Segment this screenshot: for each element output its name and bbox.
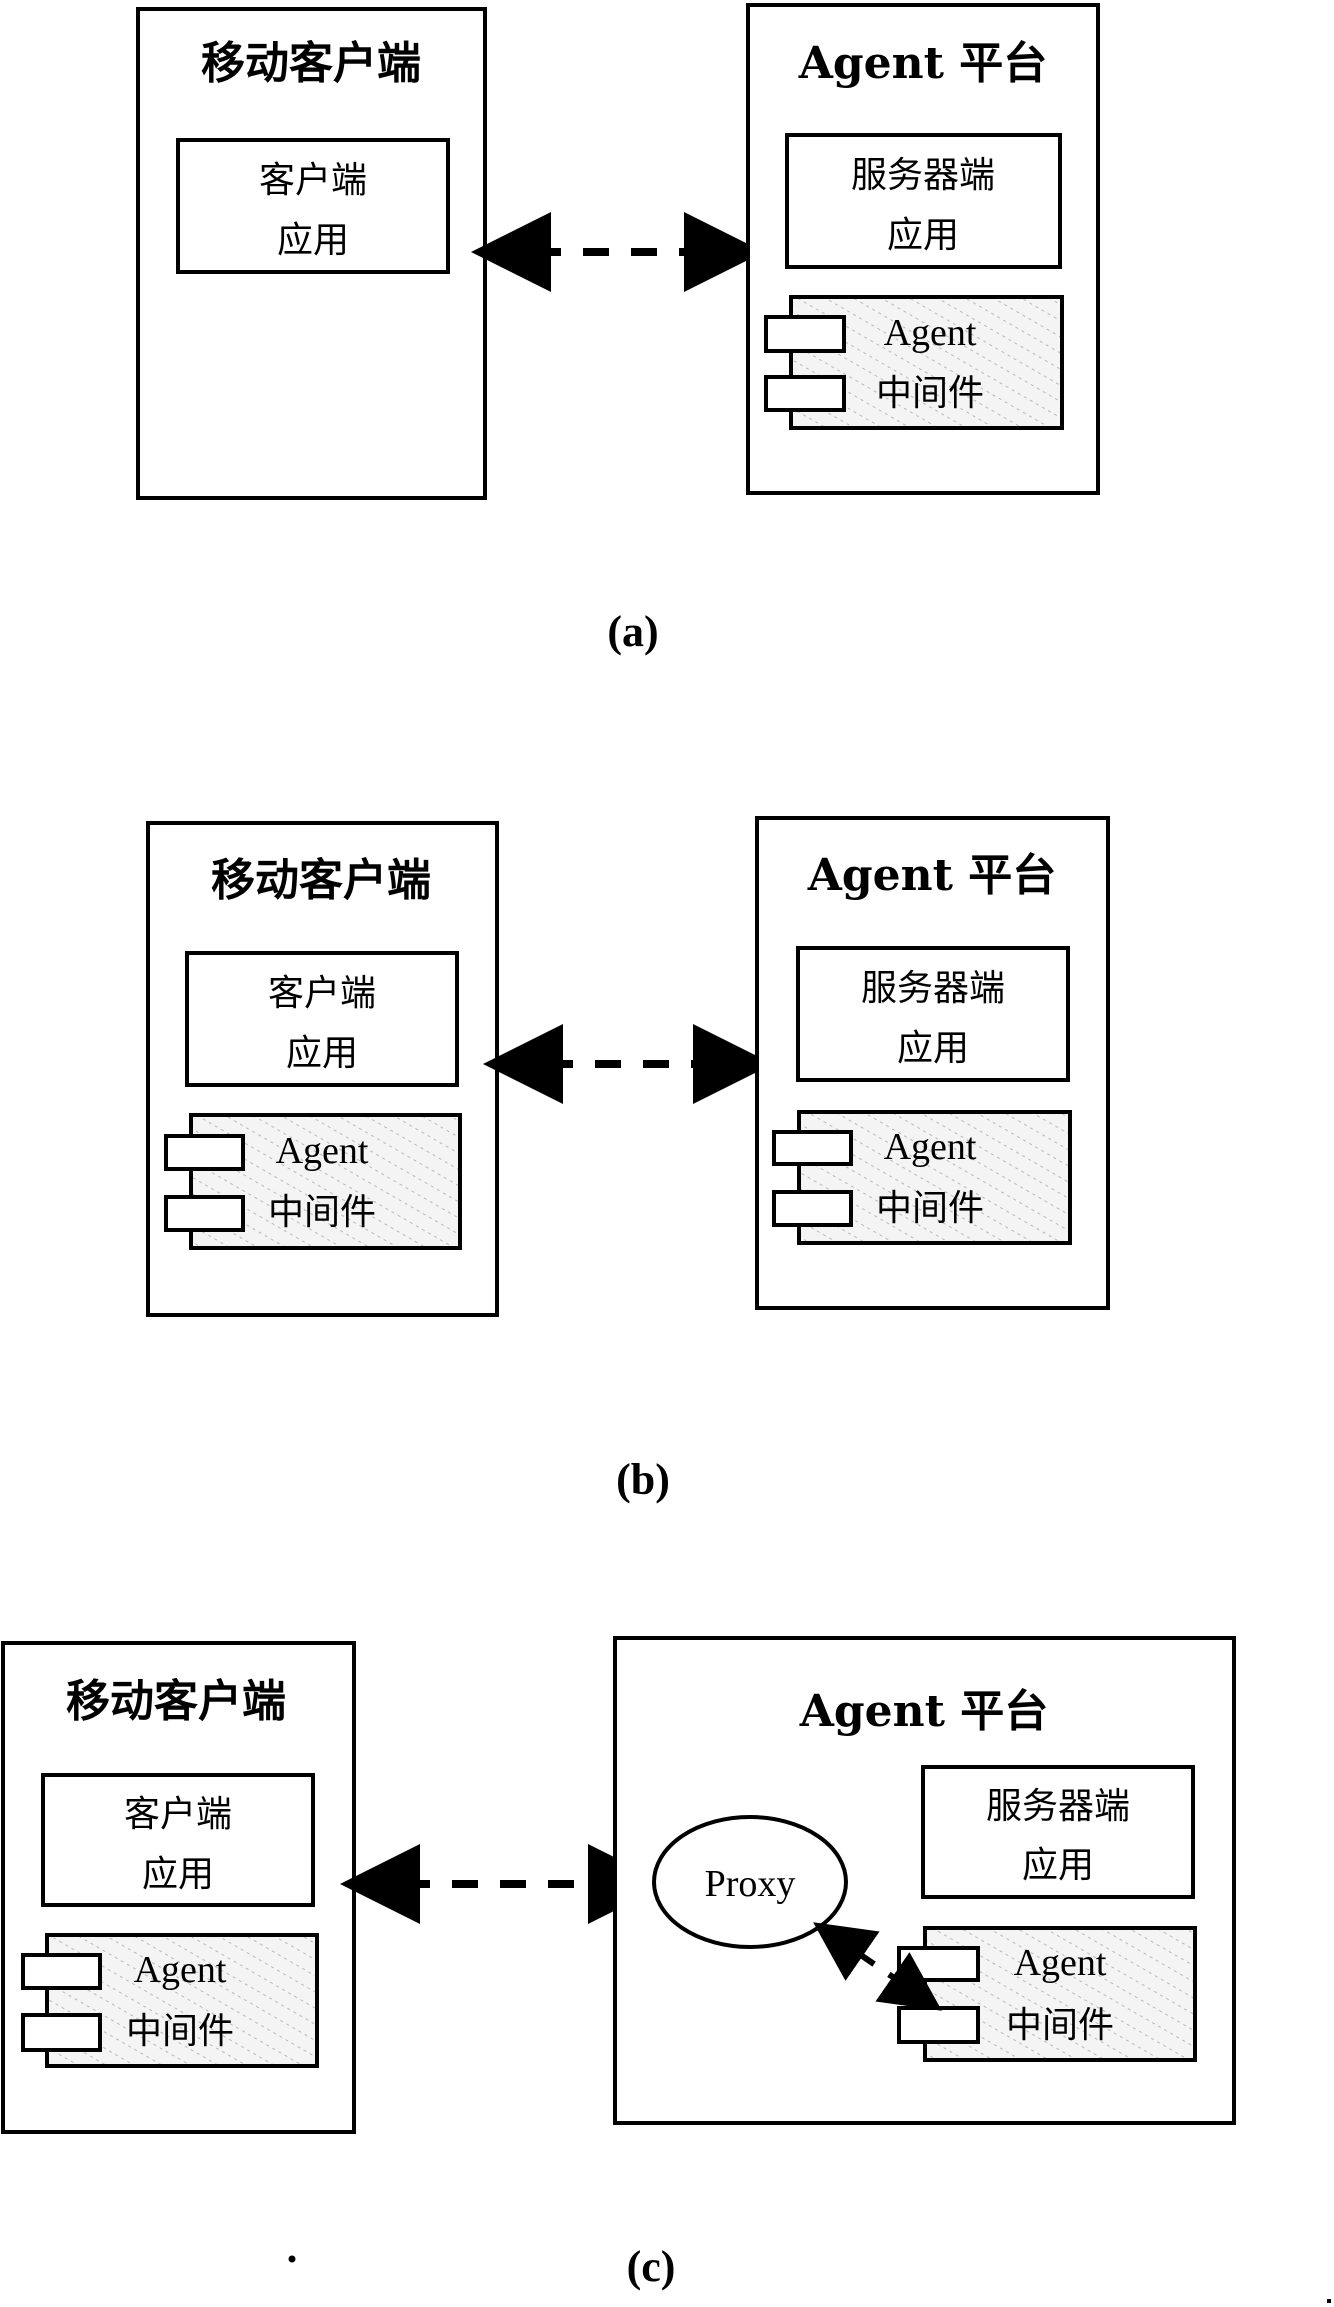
component-tab-icon xyxy=(897,2006,980,2044)
proxy-label: Proxy xyxy=(705,1863,796,1905)
server-app-label-line1: 服务器端 xyxy=(851,155,995,196)
agent-middleware-component: Agent 中间件 xyxy=(772,1110,1072,1245)
mobile-client-node: 移动客户端 客户端 应用 Agent 中间件 xyxy=(1,1641,356,2134)
component-tab-icon xyxy=(164,1134,245,1171)
client-app-label-line2: 应用 xyxy=(277,220,349,261)
scan-dot xyxy=(288,2255,296,2263)
mobile-client-title: 移动客户端 xyxy=(66,1676,286,1727)
mobile-client-title: 移动客户端 xyxy=(201,38,421,89)
client-app-label-line1: 客户端 xyxy=(124,1794,232,1835)
server-app-label-line2: 应用 xyxy=(1022,1845,1094,1886)
component-tab-icon xyxy=(164,1195,245,1232)
component-tab-icon xyxy=(772,1130,853,1166)
agent-middleware-label-line2: 中间件 xyxy=(876,373,984,414)
server-app-label-line2: 应用 xyxy=(887,215,959,256)
agent-middleware-label-line1: Agent xyxy=(1014,1942,1107,1984)
server-app-label-line1: 服务器端 xyxy=(986,1786,1130,1827)
agent-platform-node: Agent 平台 服务器端 应用 Agent 中间件 xyxy=(755,816,1110,1310)
panel-caption: (b) xyxy=(616,1455,670,1504)
mobile-client-node: 移动客户端 客户端 应用 Agent 中间件 xyxy=(146,821,499,1317)
panel-caption: (c) xyxy=(627,2242,676,2291)
agent-middleware-component: Agent 中间件 xyxy=(897,1926,1197,2062)
client-app-label-line2: 应用 xyxy=(142,1854,214,1895)
component-tab-icon xyxy=(764,315,846,353)
component-tab-icon xyxy=(897,1946,980,1982)
client-app-label-line2: 应用 xyxy=(286,1033,358,1074)
agent-platform-node: Agent 平台 Proxy 服务器端 应用 Agent 中间件 xyxy=(613,1636,1236,2125)
agent-middleware-component: Agent 中间件 xyxy=(764,295,1064,430)
agent-platform-title: Agent 平台 xyxy=(807,850,1057,901)
scan-dot xyxy=(1327,2299,1331,2303)
agent-platform-title: Agent 平台 xyxy=(798,38,1048,89)
agent-platform-title: Agent 平台 xyxy=(799,1686,1049,1737)
component-tab-icon xyxy=(772,1190,853,1227)
proxy-node: Proxy xyxy=(652,1815,848,1949)
server-app-label-line2: 应用 xyxy=(897,1028,969,1069)
server-app-label-line1: 服务器端 xyxy=(861,968,1005,1009)
client-app-label-line1: 客户端 xyxy=(259,160,367,201)
component-tab-icon xyxy=(21,1953,102,1990)
panel-c: 移动客户端 客户端 应用 Agent 中间件 Agent 平台 Proxy 服务… xyxy=(1,1636,1236,2291)
agent-middleware-label-line1: Agent xyxy=(134,1949,227,1991)
component-tab-icon xyxy=(764,375,846,412)
agent-middleware-label-line1: Agent xyxy=(276,1130,369,1172)
agent-middleware-label-line2: 中间件 xyxy=(268,1192,376,1233)
agent-middleware-component: Agent 中间件 xyxy=(164,1113,462,1250)
agent-platform-node: Agent 平台 服务器端 应用 Agent 中间件 xyxy=(746,3,1100,495)
component-tab-icon xyxy=(21,2013,102,2052)
agent-middleware-label-line2: 中间件 xyxy=(126,2011,234,2052)
panel-caption: (a) xyxy=(607,607,658,656)
agent-middleware-label-line2: 中间件 xyxy=(1006,2005,1114,2046)
client-app-label-line1: 客户端 xyxy=(268,973,376,1014)
architecture-diagram: 移动客户端 客户端 应用 Agent 平台 服务器端 应用 Agent 中间件 … xyxy=(1,3,1331,2303)
agent-middleware-label-line2: 中间件 xyxy=(876,1188,984,1229)
mobile-client-title: 移动客户端 xyxy=(211,855,431,906)
panel-a: 移动客户端 客户端 应用 Agent 平台 服务器端 应用 Agent 中间件 … xyxy=(136,3,1100,656)
agent-middleware-label-line1: Agent xyxy=(884,1126,977,1168)
mobile-client-node: 移动客户端 客户端 应用 xyxy=(136,7,487,500)
agent-middleware-component: Agent 中间件 xyxy=(21,1933,319,2068)
panel-b: 移动客户端 客户端 应用 Agent 中间件 Agent 平台 服务器端 应用 xyxy=(146,816,1110,1504)
agent-middleware-label-line1: Agent xyxy=(884,312,977,354)
